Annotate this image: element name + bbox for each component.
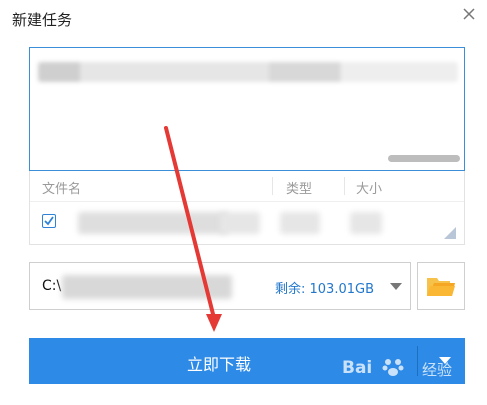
resize-grip-icon[interactable]	[444, 224, 456, 239]
file-list-header: 文件名 类型 大小	[30, 171, 464, 202]
column-header-name[interactable]: 文件名	[42, 178, 81, 197]
column-header-type[interactable]: 类型	[286, 178, 312, 197]
file-checkbox[interactable]	[42, 214, 56, 228]
chevron-down-icon[interactable]	[439, 357, 451, 364]
free-space-label: 剩余: 103.01GB	[275, 282, 374, 297]
browse-folder-button[interactable]	[417, 262, 465, 310]
folder-icon	[427, 278, 455, 296]
check-icon	[44, 216, 54, 226]
file-ext-redacted	[220, 212, 260, 234]
save-path-text: C:\	[42, 278, 62, 294]
file-type-redacted	[280, 212, 320, 234]
url-input[interactable]	[29, 47, 465, 171]
resize-triangle	[444, 227, 456, 239]
file-size-redacted	[350, 212, 382, 234]
save-path-redacted	[62, 275, 232, 299]
button-divider	[417, 346, 418, 376]
save-path-field[interactable]: C:\ 剩余: 103.01GB	[29, 262, 411, 310]
horizontal-scrollbar[interactable]	[388, 155, 460, 162]
file-name-redacted	[78, 212, 228, 234]
download-now-label: 立即下载	[186, 355, 251, 374]
chevron-down-icon[interactable]	[390, 283, 402, 290]
dialog-title: 新建任务	[12, 11, 73, 29]
close-icon[interactable]	[461, 6, 477, 22]
close-icon-glyph	[463, 8, 475, 20]
column-divider[interactable]	[344, 177, 345, 195]
download-now-button[interactable]: 立即下载	[29, 338, 465, 384]
column-divider[interactable]	[272, 177, 273, 195]
file-row[interactable]	[30, 203, 464, 243]
column-header-size[interactable]: 大小	[356, 178, 382, 197]
url-redacted-text	[38, 62, 458, 82]
file-list: 文件名 类型 大小	[29, 171, 465, 245]
